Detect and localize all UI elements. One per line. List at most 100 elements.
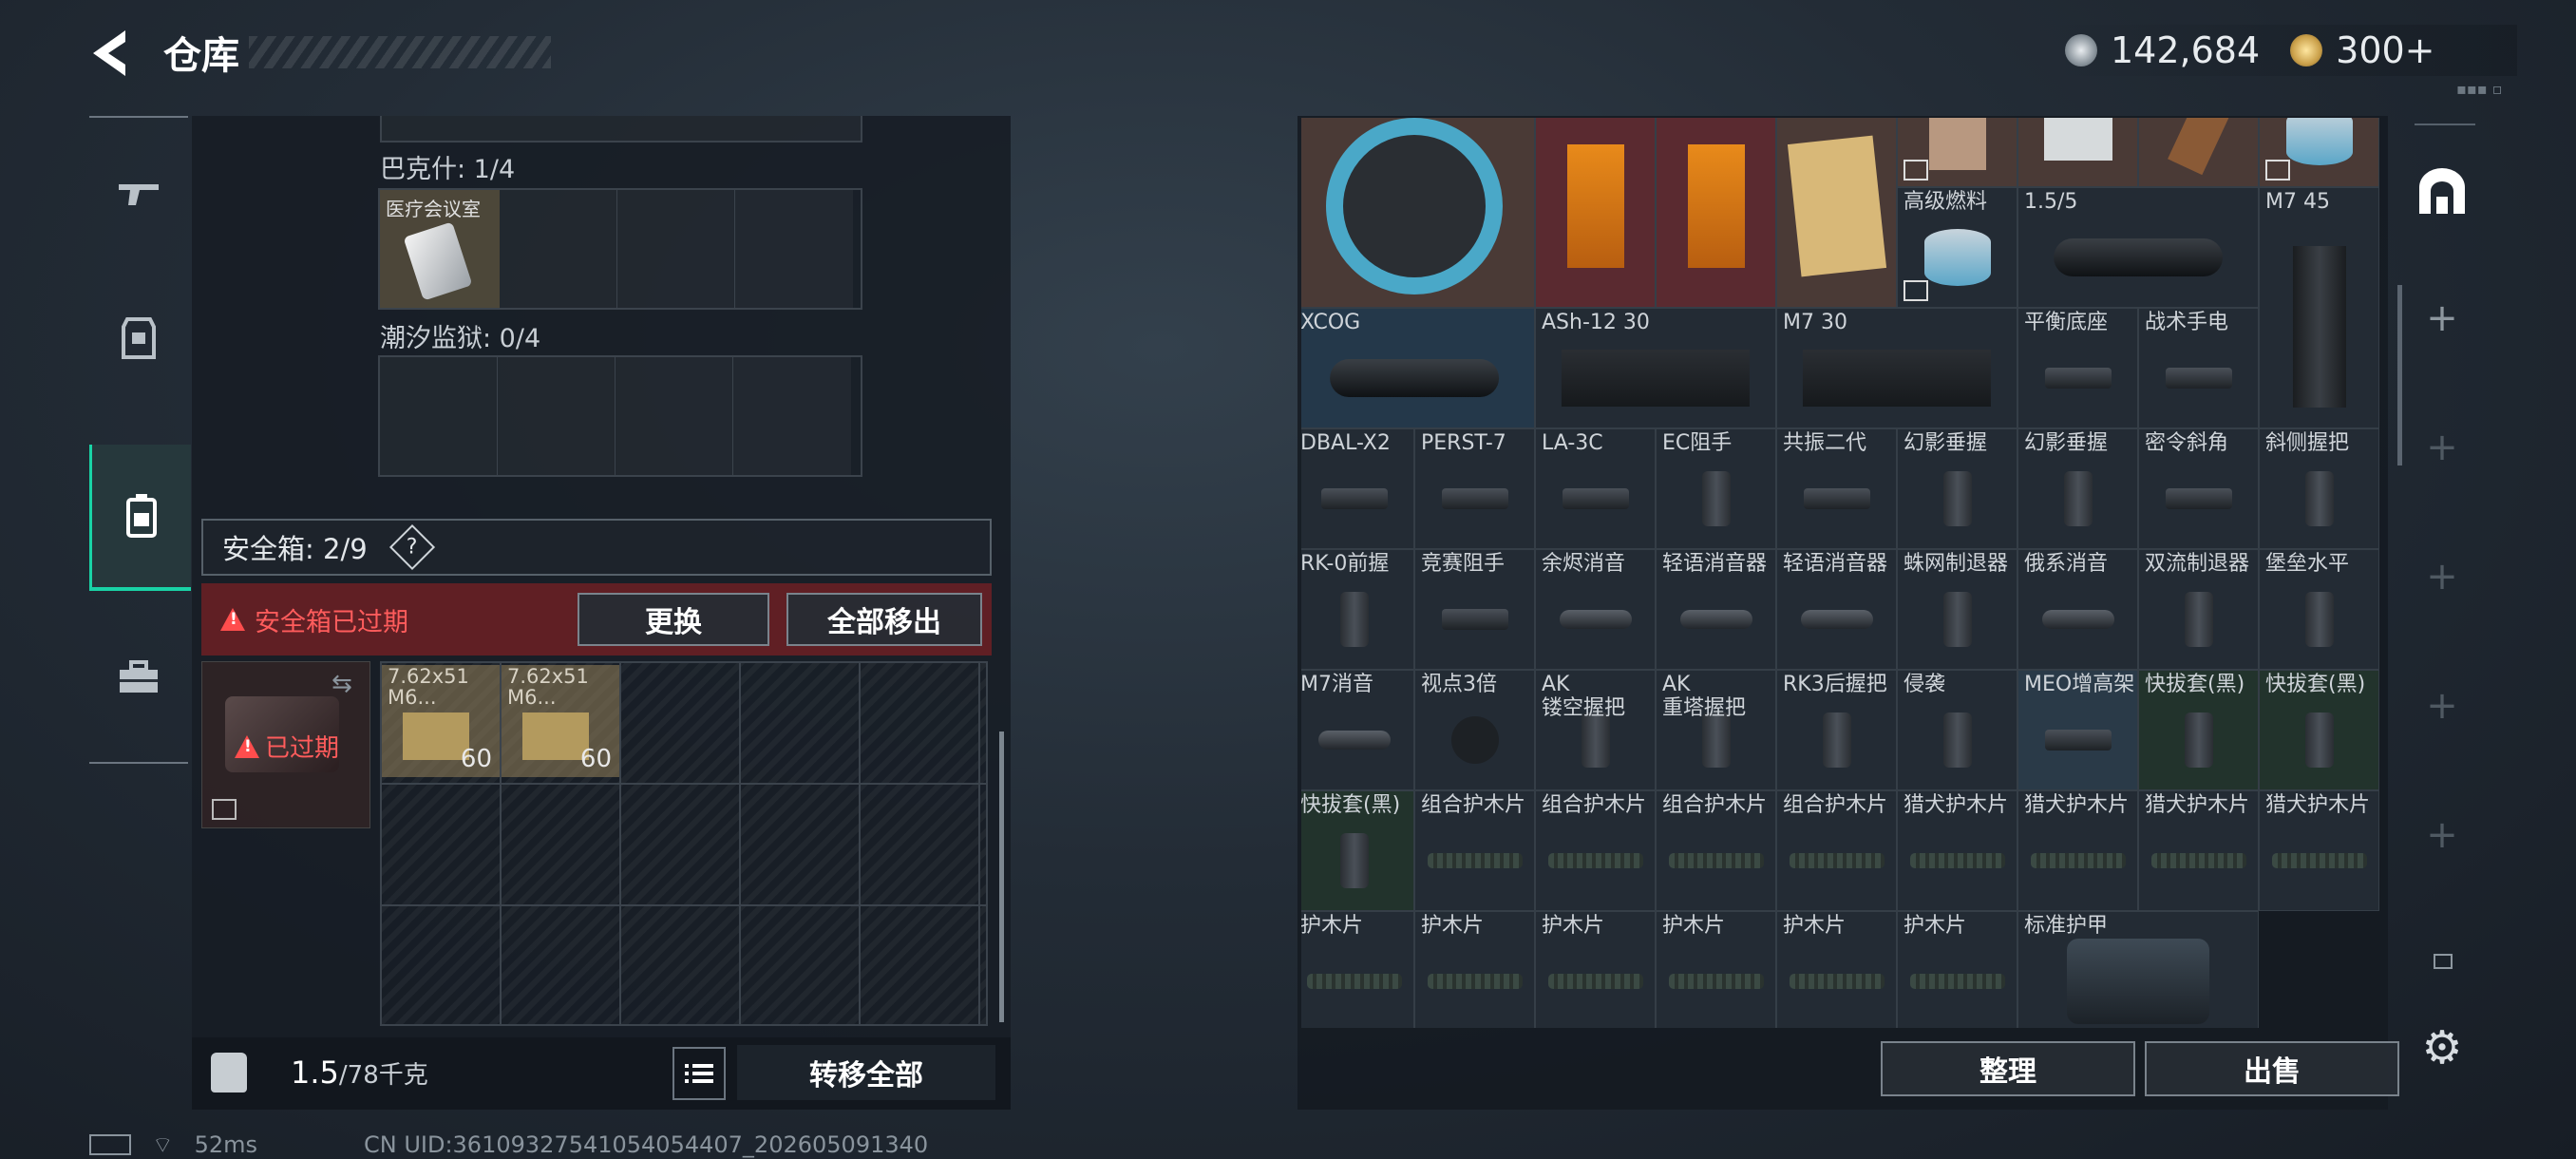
add-tab-icon[interactable]: + bbox=[2413, 418, 2472, 477]
add-tab-icon[interactable]: + bbox=[2413, 806, 2472, 864]
inventory-item[interactable]: M7 45 bbox=[2259, 187, 2379, 428]
grid-slot[interactable] bbox=[733, 357, 851, 475]
add-tab-icon[interactable]: + bbox=[2413, 676, 2472, 735]
rail-icon bbox=[1547, 852, 1643, 868]
inventory-item[interactable]: 组合护木片 bbox=[1656, 790, 1776, 911]
inventory-item[interactable]: 视点3倍 bbox=[1414, 670, 1535, 790]
inventory-scrollbar[interactable] bbox=[2397, 285, 2402, 466]
inventory-item[interactable]: 堡垒水平 bbox=[2259, 549, 2379, 670]
inventory-item[interactable]: 轻语消音器 bbox=[1776, 549, 1897, 670]
inventory-item[interactable]: 猎犬护木片 bbox=[1897, 790, 2017, 911]
nav-toolbox[interactable] bbox=[89, 606, 188, 749]
inventory-item[interactable]: AK 重塔握把 bbox=[1656, 670, 1776, 790]
inventory-item[interactable]: DBAL-X2 bbox=[1301, 428, 1414, 549]
list-view-icon[interactable] bbox=[672, 1047, 726, 1100]
inventory-item[interactable]: 快拔套(黑) bbox=[2138, 670, 2259, 790]
inventory-item[interactable]: PERST-7 bbox=[1414, 428, 1535, 549]
settings-gear-icon[interactable]: ⚙ bbox=[2413, 1018, 2472, 1077]
medical-room-item[interactable]: 医疗会议室 bbox=[380, 190, 500, 308]
inventory-item[interactable]: ASh-12 30 bbox=[1535, 308, 1776, 428]
inventory-item[interactable]: 护木片 bbox=[1656, 911, 1776, 1028]
inventory-item[interactable]: 猎犬护木片 bbox=[2259, 790, 2379, 911]
inventory-item[interactable]: 密令斜角 bbox=[2138, 428, 2259, 549]
grid-slot[interactable] bbox=[616, 357, 733, 475]
inventory-item[interactable]: 组合护木片 bbox=[1535, 790, 1656, 911]
inventory-item[interactable]: 护木片 bbox=[1414, 911, 1535, 1028]
inventory-item[interactable]: 护木片 bbox=[1897, 911, 2017, 1028]
inventory-item[interactable]: XCOG bbox=[1301, 308, 1535, 428]
inventory-item[interactable]: 平衡底座 bbox=[2017, 308, 2138, 428]
inventory-item[interactable]: 双流制退器 bbox=[2138, 549, 2259, 670]
left-scrollbar[interactable] bbox=[999, 732, 1004, 1022]
swap-icon[interactable]: ⇆ bbox=[331, 670, 352, 698]
remove-all-button[interactable]: 全部移出 bbox=[786, 593, 982, 646]
inventory-item[interactable]: 高级燃料 bbox=[1897, 187, 2017, 308]
grid-slot[interactable] bbox=[500, 190, 617, 308]
safehouse-icon[interactable] bbox=[2413, 162, 2472, 220]
inventory-item[interactable]: 猎犬护木片 bbox=[2138, 790, 2259, 911]
inventory-item[interactable]: 护木片 bbox=[1776, 911, 1897, 1028]
inventory-item[interactable]: 战术手电 bbox=[2138, 308, 2259, 428]
inventory-item[interactable]: LA-3C bbox=[1535, 428, 1656, 549]
inventory-item[interactable]: 快拔套(黑) bbox=[1301, 790, 1414, 911]
grid-slot[interactable] bbox=[617, 190, 735, 308]
sell-button[interactable]: 出售 bbox=[2145, 1041, 2399, 1096]
lock-icon[interactable] bbox=[2434, 954, 2453, 969]
ammo-item[interactable]: 7.62x51 M6... 60 bbox=[502, 665, 619, 777]
item-name: M7消音 bbox=[1301, 673, 1373, 696]
inventory-item[interactable]: 蛛网制退器 bbox=[1897, 549, 2017, 670]
transfer-all-button[interactable]: 转移全部 bbox=[737, 1045, 995, 1100]
inventory-item[interactable]: 标准护甲 bbox=[2017, 911, 2259, 1028]
ammo-item[interactable]: 7.62x51 M6... 60 bbox=[382, 665, 500, 777]
inventory-item[interactable]: AK 镂空握把 bbox=[1535, 670, 1656, 790]
item-name: ASh-12 30 bbox=[1542, 311, 1650, 334]
inventory-item[interactable]: 幻影垂握 bbox=[2017, 428, 2138, 549]
inventory-item[interactable]: 余烬消音 bbox=[1535, 549, 1656, 670]
inventory-item[interactable]: 轻语消音器 bbox=[1656, 549, 1776, 670]
inventory-item[interactable]: 处理器 bbox=[2017, 118, 2138, 187]
inventory-item[interactable]: M7消音 bbox=[1301, 670, 1414, 790]
inventory-item[interactable]: 幻影垂握 bbox=[1897, 428, 2017, 549]
grid-slot[interactable] bbox=[735, 190, 853, 308]
token-balance[interactable]: 300+ bbox=[2336, 29, 2434, 71]
inventory-item[interactable]: 高级咖啡豆 bbox=[1656, 118, 1776, 308]
inventory-item[interactable]: 能量凝胶 bbox=[2138, 118, 2259, 187]
inventory-item[interactable]: 哈夫克档案 bbox=[1776, 118, 1897, 308]
inventory-item[interactable]: RK-0前握 bbox=[1301, 549, 1414, 670]
inventory-item[interactable]: 俄系消音 bbox=[2017, 549, 2138, 670]
inventory-item[interactable]: 高级咖啡豆 bbox=[1535, 118, 1656, 308]
inventory-item[interactable]: 护木片 bbox=[1301, 911, 1414, 1028]
grid-slot[interactable] bbox=[380, 357, 498, 475]
add-tab-icon[interactable]: + bbox=[2413, 547, 2472, 606]
safebox-tile[interactable]: ⇆ 已过期 bbox=[201, 661, 370, 828]
inventory-item[interactable]: 护木片 bbox=[1535, 911, 1656, 1028]
inventory-item[interactable]: 高级燃料 bbox=[2259, 118, 2379, 187]
inventory-item[interactable]: RK3后握把 bbox=[1776, 670, 1897, 790]
mag2-icon bbox=[1802, 349, 1992, 407]
back-arrow-icon[interactable] bbox=[87, 27, 135, 80]
inventory-item[interactable]: 1.5/5 bbox=[2017, 187, 2259, 308]
inventory-item[interactable]: 组合护木片 bbox=[1776, 790, 1897, 911]
sort-button[interactable]: 整理 bbox=[1881, 1041, 2135, 1096]
inventory-item[interactable]: 竞赛阻手 bbox=[1414, 549, 1535, 670]
item-name: 护木片 bbox=[1301, 914, 1364, 938]
inventory-item[interactable]: 移动电缆 bbox=[1301, 118, 1535, 308]
inventory-item[interactable]: 快拔套(黑) bbox=[2259, 670, 2379, 790]
inventory-item[interactable]: 斜侧握把 bbox=[2259, 428, 2379, 549]
inventory-item[interactable]: 赤枭档案 bbox=[1897, 118, 2017, 187]
help-icon[interactable]: ? bbox=[388, 523, 435, 571]
replace-button[interactable]: 更换 bbox=[578, 593, 769, 646]
add-tab-icon[interactable]: + bbox=[2413, 289, 2472, 348]
inventory-item[interactable]: 组合护木片 bbox=[1414, 790, 1535, 911]
inventory-item[interactable]: 共振二代 bbox=[1776, 428, 1897, 549]
inventory-item[interactable]: M7 30 bbox=[1776, 308, 2017, 428]
grid-slot[interactable] bbox=[498, 357, 616, 475]
nav-weapons[interactable] bbox=[89, 124, 188, 266]
inventory-item[interactable]: 猎犬护木片 bbox=[2017, 790, 2138, 911]
inventory-item[interactable]: MEO增高架 bbox=[2017, 670, 2138, 790]
inventory-item[interactable]: 侵袭 bbox=[1897, 670, 2017, 790]
nav-backpack[interactable] bbox=[89, 445, 191, 591]
inventory-item[interactable]: EC阻手 bbox=[1656, 428, 1776, 549]
nav-armor[interactable] bbox=[89, 266, 188, 408]
grip-icon bbox=[2304, 470, 2334, 526]
